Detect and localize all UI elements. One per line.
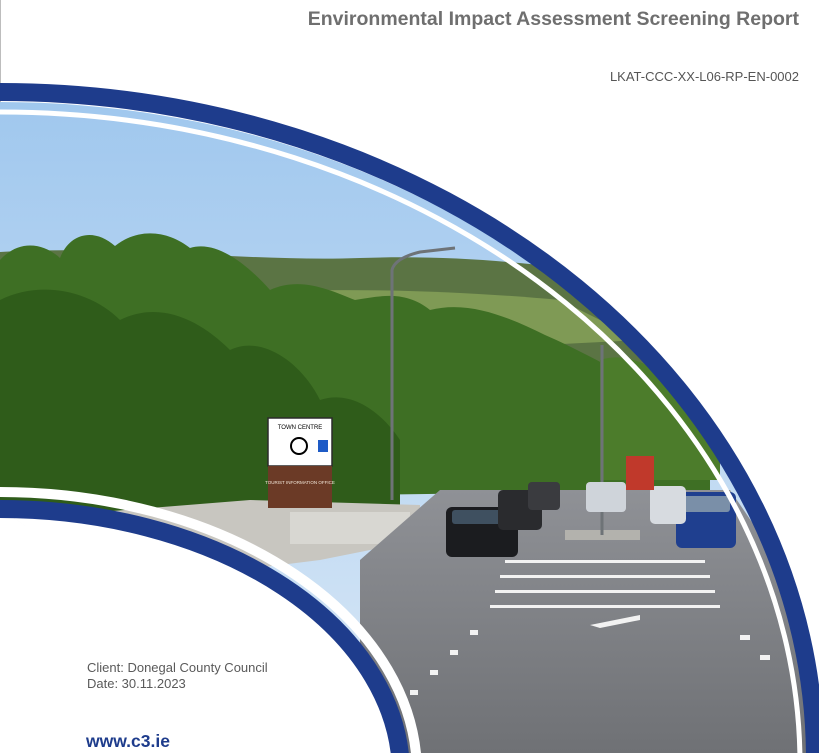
sign-tourist-info: TOURIST INFORMATION OFFICE (265, 480, 335, 485)
report-date: Date: 30.11.2023 (87, 676, 186, 691)
road (360, 490, 815, 753)
direction-sign: TOWN CENTRE TOURIST INFORMATION OFFICE (265, 417, 335, 508)
truck-red (626, 456, 654, 490)
car-far (528, 482, 560, 510)
car-silver (650, 486, 686, 524)
client-info: Client: Donegal County Council Date: 30.… (87, 660, 268, 692)
client-name: Client: Donegal County Council (87, 660, 268, 675)
sign-town-centre: TOWN CENTRE (278, 425, 323, 431)
report-cover: Environmental Impact Assessment Screenin… (0, 0, 819, 753)
cover-photo: TOWN CENTRE TOURIST INFORMATION OFFICE (0, 83, 819, 753)
car-white (586, 482, 626, 512)
website-link[interactable]: www.c3.ie (86, 731, 170, 752)
